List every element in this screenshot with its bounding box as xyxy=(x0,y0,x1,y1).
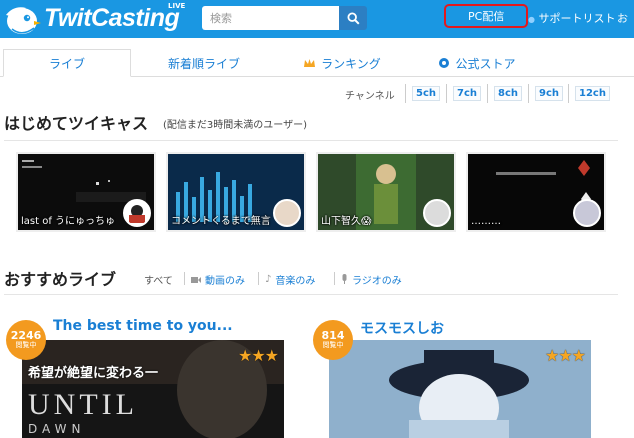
channel-link: 5ch xyxy=(412,86,441,101)
recommended-heading: おすすめライブ xyxy=(4,270,117,289)
streamer-avatar xyxy=(573,199,601,227)
tab-new-live[interactable]: 新着順ライブ xyxy=(140,49,268,77)
channel-label: チャンネル xyxy=(345,91,395,102)
tab-official-store[interactable]: 公式ストア xyxy=(412,49,542,77)
overlay-text: 希望が絶望に変わる一 xyxy=(28,366,159,381)
filter-music-only[interactable]: ♪ 音楽のみ xyxy=(265,272,315,287)
search-icon xyxy=(346,11,360,25)
support-list-label: サポートリスト xyxy=(538,12,616,25)
channel-8ch[interactable]: 8ch xyxy=(487,84,523,103)
tab-label: ランキング xyxy=(321,56,381,71)
first-time-stream-thumb[interactable]: 山下智久😱 xyxy=(316,152,456,232)
recommended-stream-card[interactable]: ★★★ xyxy=(329,340,591,438)
channel-link: 9ch xyxy=(535,86,564,101)
channel-link: 12ch xyxy=(575,86,610,101)
video-icon xyxy=(191,276,201,284)
viewer-count-badge: 2246 閲覧中 xyxy=(6,320,46,360)
logo-text[interactable]: TwitCasting xyxy=(44,4,180,33)
channel-7ch[interactable]: 7ch xyxy=(446,84,482,103)
game-title-text: UNTIL xyxy=(28,388,138,421)
streamer-avatar xyxy=(423,199,451,227)
first-time-stream-thumb[interactable]: ……… xyxy=(466,152,606,232)
filter-all[interactable]: すべて xyxy=(144,272,173,287)
twitcasting-bird-logo-icon[interactable] xyxy=(4,3,42,41)
music-note-icon: ♪ xyxy=(265,274,272,285)
tab-label: 新着順ライブ xyxy=(167,56,240,71)
viewer-count-badge: 814 閲覧中 xyxy=(313,320,353,360)
recommended-stream-title[interactable]: The best time to you... xyxy=(53,318,233,334)
top-header: TwitCasting LIVE PC配信 ● サポートリスト お xyxy=(0,0,634,38)
tab-label: ライブ xyxy=(48,56,85,71)
tab-ranking[interactable]: ランキング xyxy=(278,49,406,77)
channel-5ch[interactable]: 5ch xyxy=(405,84,441,103)
viewer-status: 閲覧中 xyxy=(15,341,37,350)
filter-label: 動画のみ xyxy=(205,276,245,287)
search-input[interactable] xyxy=(202,6,339,30)
game-subtitle-text: DAWN xyxy=(28,422,86,436)
search-button[interactable] xyxy=(339,6,367,30)
tab-label: 公式ストア xyxy=(455,56,516,71)
logo-live-label: LIVE xyxy=(168,2,186,10)
first-time-stream-thumb[interactable]: コメントくるまで無言 xyxy=(166,152,306,232)
stream-caption: コメントくるまで無言 xyxy=(171,216,271,227)
microphone-icon xyxy=(341,274,348,285)
crown-icon xyxy=(303,58,316,69)
main-tabs: ライブ 新着順ライブ ランキング 公式ストア xyxy=(0,49,634,77)
streamer-avatar xyxy=(123,199,151,227)
filter-video-only[interactable]: 動画のみ xyxy=(191,272,245,287)
viewer-status: 閲覧中 xyxy=(322,341,344,350)
channel-link: 7ch xyxy=(453,86,482,101)
first-time-heading: はじめてツイキャス xyxy=(4,114,149,133)
stream-caption: last of うにゅっちゅ xyxy=(21,216,116,227)
filter-radio-only[interactable]: ラジオのみ xyxy=(341,272,402,287)
bullet-icon: ● xyxy=(528,15,535,24)
rating-stars-icon: ★★★ xyxy=(237,346,279,365)
filter-separator xyxy=(184,272,185,285)
first-time-stream-thumb[interactable]: last of うにゅっちゅ xyxy=(16,152,156,232)
channel-9ch[interactable]: 9ch xyxy=(528,84,564,103)
streamer-avatar xyxy=(273,199,301,227)
tab-live[interactable]: ライブ xyxy=(3,49,131,77)
recommended-stream-title[interactable]: モスモスしお xyxy=(360,318,444,338)
first-time-subtitle: (配信まだ3時間未満のユーザー) xyxy=(163,120,307,131)
filter-label: ラジオのみ xyxy=(352,276,402,287)
filter-separator xyxy=(334,272,335,285)
section-divider xyxy=(4,294,618,295)
channel-link: 8ch xyxy=(494,86,523,101)
stream-caption: ……… xyxy=(471,216,501,227)
pc-broadcast-link[interactable]: PC配信 xyxy=(444,4,528,28)
header-menu-link[interactable]: お xyxy=(617,10,628,26)
rating-stars-icon: ★★★ xyxy=(544,346,586,365)
filter-label: 音楽のみ xyxy=(275,276,316,287)
store-icon xyxy=(438,57,450,69)
channel-12ch[interactable]: 12ch xyxy=(568,84,610,103)
recommended-stream-card[interactable]: 希望が絶望に変わる一 UNTIL DAWN ★★★ xyxy=(22,340,284,438)
support-list-link[interactable]: ● サポートリスト xyxy=(528,10,615,26)
filter-separator xyxy=(258,272,259,285)
stream-caption: 山下智久😱 xyxy=(321,216,372,227)
section-divider xyxy=(4,140,618,141)
